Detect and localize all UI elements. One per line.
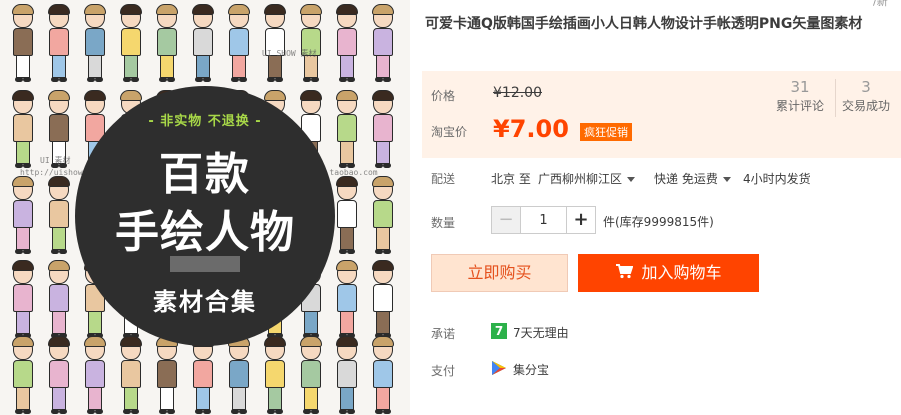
jifenbao-icon xyxy=(491,360,507,376)
cart-icon xyxy=(615,255,634,293)
blurred-region xyxy=(170,256,240,272)
product-main-image[interactable]: UI 素材 http://uishow.ta UI SHOW 素材 http:/… xyxy=(0,0,410,415)
destination-value: 广西柳州柳江区 xyxy=(538,172,623,186)
badge-subtitle: 素材合集 xyxy=(153,288,257,316)
current-price: ¥7.00 xyxy=(493,115,569,143)
corner-label: /新 xyxy=(873,0,888,8)
character-figure xyxy=(260,336,290,415)
shipping-from: 北京 至 xyxy=(491,172,531,186)
character-figure xyxy=(8,260,38,340)
character-figure xyxy=(332,4,362,84)
dispatch-time: 4小时内发货 xyxy=(743,172,811,186)
character-figure xyxy=(152,4,182,84)
character-figure xyxy=(8,90,38,170)
add-to-cart-label: 加入购物车 xyxy=(641,263,722,282)
payment-text[interactable]: 集分宝 xyxy=(513,361,549,378)
character-figure xyxy=(332,176,362,256)
promise-text[interactable]: 7天无理由 xyxy=(513,324,569,341)
chevron-down-icon xyxy=(722,177,731,182)
price-label: 价格 xyxy=(431,89,456,103)
badge-headline: 百款 xyxy=(159,149,251,200)
character-figure xyxy=(368,176,398,256)
character-figure xyxy=(44,4,74,84)
sales-label: 交易成功 xyxy=(841,99,890,113)
payment-label: 支付 xyxy=(431,364,456,378)
quantity-label: 数量 xyxy=(431,216,456,230)
character-figure xyxy=(368,4,398,84)
character-figure xyxy=(332,90,362,170)
character-figure xyxy=(368,260,398,340)
character-figure xyxy=(8,4,38,84)
add-to-cart-button[interactable]: 加入购物车 xyxy=(578,254,759,292)
character-figure xyxy=(152,336,182,415)
character-figure xyxy=(44,176,74,256)
taobao-price-label: 淘宝价 xyxy=(431,125,468,139)
method-value: 快递 免运费 xyxy=(654,172,718,186)
character-figure xyxy=(8,336,38,415)
seven-day-return-icon: 7 xyxy=(491,323,507,339)
quantity-input[interactable] xyxy=(521,207,566,233)
watermark: UI SHOW 素材 xyxy=(262,49,317,58)
watermark: UI 素材 xyxy=(40,156,71,165)
character-figure xyxy=(188,336,218,415)
character-figure xyxy=(224,336,254,415)
character-figure xyxy=(188,4,218,84)
character-figure xyxy=(8,176,38,256)
badge-headline-2: 手绘人物 xyxy=(115,207,295,258)
product-title: 可爱卡通Q版韩国手绘插画小人日韩人物设计手帐透明PNG矢量图素材 xyxy=(425,16,863,32)
character-figure xyxy=(332,260,362,340)
character-figure xyxy=(368,90,398,170)
reviews-label: 累计评论 xyxy=(775,99,824,113)
character-figure xyxy=(296,336,326,415)
stock-info: 件(库存9999815件) xyxy=(603,215,714,229)
sales-stat: 3 交易成功 xyxy=(836,77,896,115)
sales-count: 3 xyxy=(861,78,871,96)
character-figure xyxy=(116,336,146,415)
reviews-stat[interactable]: 31 累计评论 xyxy=(770,77,830,115)
decrease-button[interactable]: − xyxy=(492,207,521,233)
promo-tag: 疯狂促销 xyxy=(580,123,632,141)
character-figure xyxy=(44,260,74,340)
character-figure xyxy=(224,4,254,84)
character-figure xyxy=(296,4,326,84)
character-figure xyxy=(80,4,110,84)
price-panel: 价格 ¥12.00 淘宝价 ¥7.00 疯狂促销 31 累计评论 3 交易成功 xyxy=(422,71,901,158)
promo-badge: - 非实物 不退换 - 百款 手绘人物 素材合集 xyxy=(75,86,335,346)
character-figure xyxy=(260,4,290,84)
reviews-count: 31 xyxy=(790,78,810,96)
character-figure xyxy=(44,336,74,415)
shipping-method-select[interactable]: 快递 免运费 xyxy=(654,170,731,187)
promise-label: 承诺 xyxy=(431,327,456,341)
chevron-down-icon xyxy=(627,177,636,182)
character-figure xyxy=(368,336,398,415)
character-figure xyxy=(80,336,110,415)
shipping-label: 配送 xyxy=(431,172,456,186)
shipping-destination-select[interactable]: 广西柳州柳江区 xyxy=(538,170,636,187)
buy-now-button[interactable]: 立即购买 xyxy=(431,254,568,292)
badge-notice: - 非实物 不退换 - xyxy=(148,114,262,129)
character-figure xyxy=(332,336,362,415)
quantity-stepper: − + xyxy=(491,206,596,234)
character-figure xyxy=(116,4,146,84)
increase-button[interactable]: + xyxy=(566,207,595,233)
original-price: ¥12.00 xyxy=(493,85,542,101)
